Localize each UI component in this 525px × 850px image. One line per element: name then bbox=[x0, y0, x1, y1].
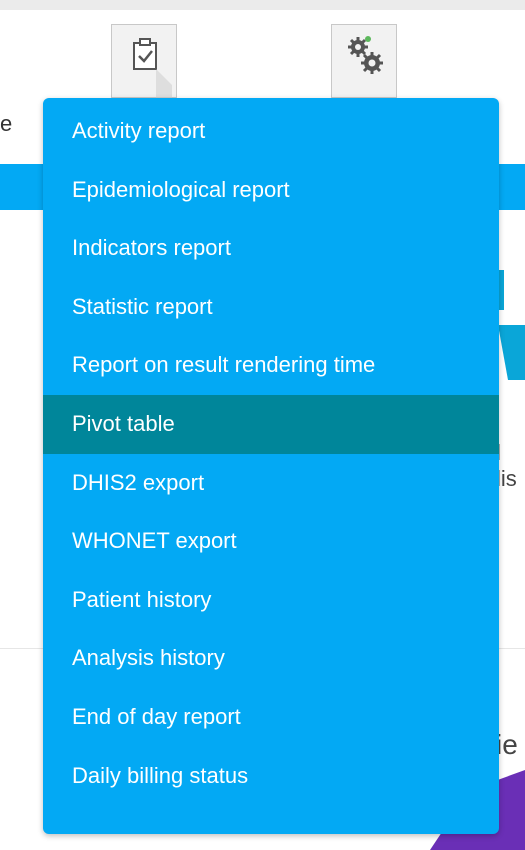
reports-dropdown-menu: Activity report Epidemiological report I… bbox=[43, 98, 499, 834]
menu-item-activity-report[interactable]: Activity report bbox=[43, 102, 499, 161]
menu-item-daily-billing-status[interactable]: Daily billing status bbox=[43, 747, 499, 806]
menu-item-whonet-export[interactable]: WHONET export bbox=[43, 512, 499, 571]
top-bar bbox=[0, 0, 525, 10]
menu-item-epidemiological-report[interactable]: Epidemiological report bbox=[43, 161, 499, 220]
menu-item-end-of-day-report[interactable]: End of day report bbox=[43, 688, 499, 747]
menu-item-patient-history[interactable]: Patient history bbox=[43, 571, 499, 630]
reports-toolbar-button[interactable] bbox=[111, 24, 177, 99]
background-text-fragment-right: l lis bbox=[496, 440, 517, 491]
menu-item-dhis2-export[interactable]: DHIS2 export bbox=[43, 454, 499, 513]
menu-item-pivot-table[interactable]: Pivot table bbox=[43, 394, 499, 454]
clipboard-check-icon bbox=[133, 38, 172, 99]
settings-toolbar-button[interactable] bbox=[331, 24, 397, 98]
background-text-fragment: e bbox=[0, 111, 13, 136]
menu-item-analysis-history[interactable]: Analysis history bbox=[43, 629, 499, 688]
menu-item-statistic-report[interactable]: Statistic report bbox=[43, 278, 499, 337]
menu-item-indicators-report[interactable]: Indicators report bbox=[43, 219, 499, 278]
gears-icon bbox=[348, 36, 383, 74]
background-text-fragment-right-2: ie bbox=[496, 729, 518, 760]
menu-item-result-rendering-time-report[interactable]: Report on result rendering time bbox=[43, 336, 499, 395]
